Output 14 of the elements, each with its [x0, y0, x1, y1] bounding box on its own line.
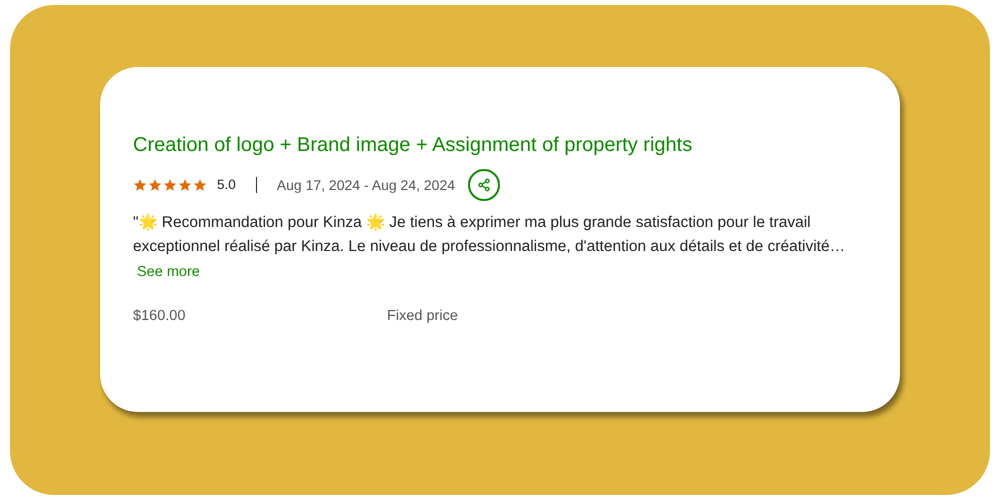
star-icon — [193, 178, 207, 192]
share-icon — [476, 176, 492, 192]
star-icon — [163, 178, 177, 192]
share-button[interactable] — [468, 168, 500, 200]
star-icon — [133, 178, 147, 192]
see-more-link[interactable]: See more — [137, 260, 200, 284]
star-icon — [178, 178, 192, 192]
review-text: "🌟 Recommandation pour Kinza 🌟 Je tiens à exprimer ma plus grande satisfaction pour le travail exceptionnel réalisé par Kinza. Le niveau de professionnalisme, d'attention aux détails et de créativité… — [133, 212, 846, 257]
price-amount: $160.00 — [133, 308, 186, 324]
price-type: Fixed price — [387, 308, 458, 324]
date-range: Aug 17, 2024 - Aug 24, 2024 — [276, 176, 456, 192]
review-title[interactable]: Creation of logo + Brand image + Assignment of property rights — [133, 132, 692, 156]
star-icon — [148, 178, 162, 192]
rating-value: 5.0 — [217, 177, 236, 192]
